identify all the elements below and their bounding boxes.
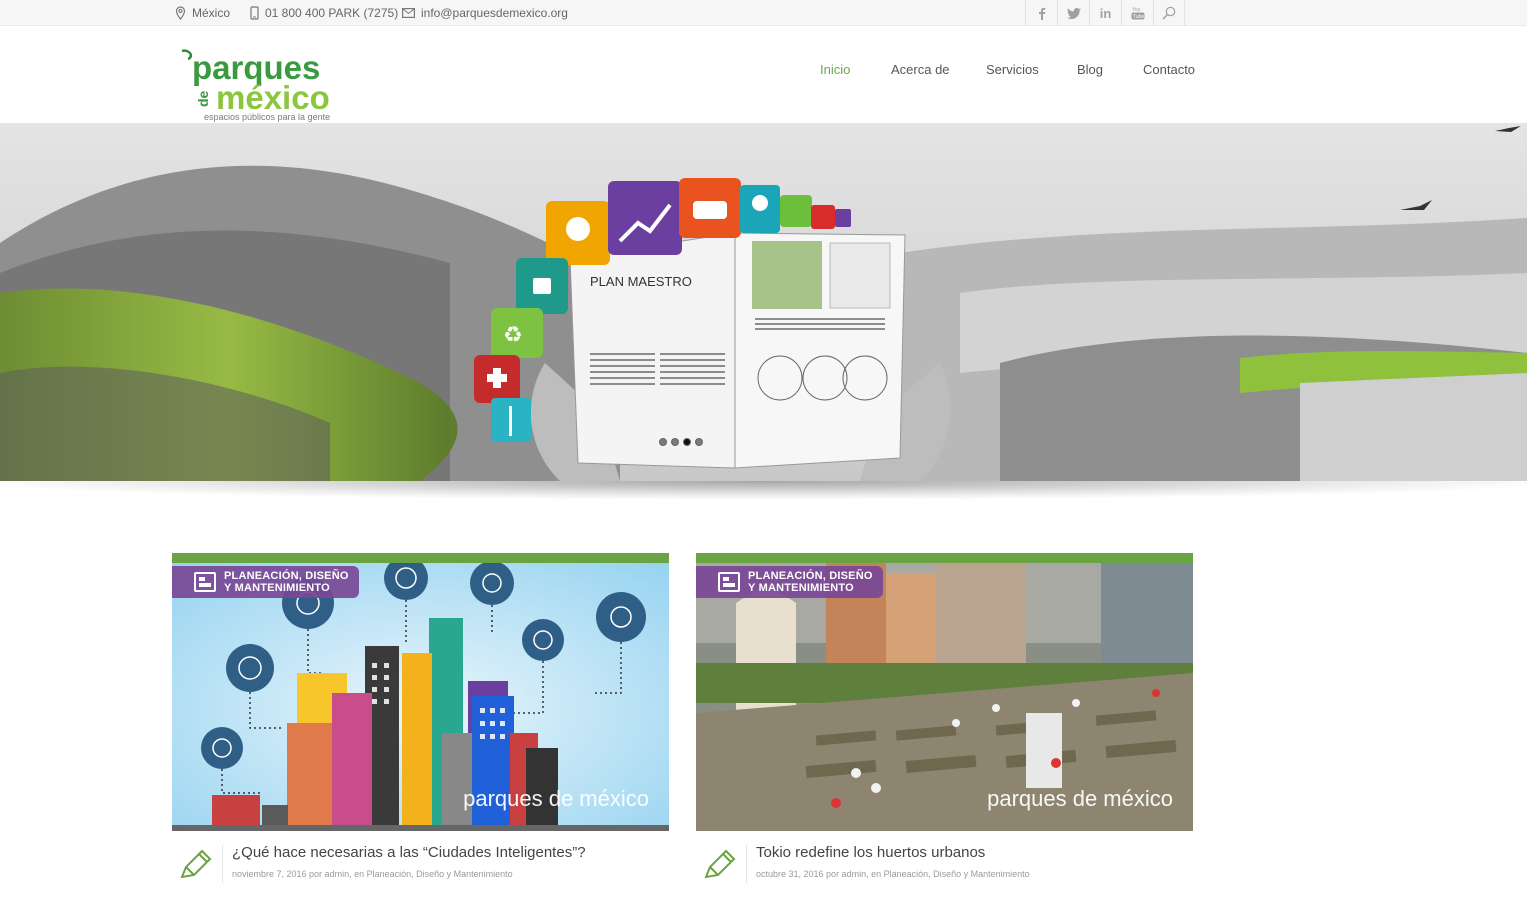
post-title-link[interactable]: Tokio redefine los huertos urbanos (756, 844, 985, 861)
search-icon[interactable] (1153, 0, 1185, 26)
slider-dot-1[interactable] (659, 438, 667, 446)
post-meta-row: ¿Qué hace necesarias a las “Ciudades Int… (172, 831, 669, 891)
svg-text:You: You (1132, 7, 1141, 13)
post-thumbnail[interactable]: PLANEACIÓN, DISEÑO Y MANTENIMIENTO parqu… (172, 553, 669, 831)
email-link[interactable]: info@parquesdemexico.org (421, 6, 568, 20)
post-meta: noviembre 7, 2016 por admin, en Planeaci… (232, 869, 513, 879)
post-meta-row: Tokio redefine los huertos urbanos octub… (696, 831, 1193, 891)
hero-image: PLAN MAESTRO ♻ (0, 123, 1527, 481)
nav-item-contacto[interactable]: Contacto (1143, 62, 1195, 77)
slider-dot-3[interactable] (683, 438, 691, 446)
meta-divider (746, 845, 747, 883)
logo-mexico: méxico (216, 79, 330, 116)
blueprint-icon (194, 572, 216, 592)
category-line1: PLANEACIÓN, DISEÑO (748, 570, 873, 582)
logo-tagline: espacios públicos para la gente (204, 112, 330, 122)
hero-slider[interactable]: PLAN MAESTRO ♻ (0, 123, 1527, 481)
nav-item-inicio[interactable]: Inicio (820, 62, 850, 77)
category-badge[interactable]: PLANEACIÓN, DISEÑO Y MANTENIMIENTO (172, 566, 359, 598)
blueprint-icon (718, 572, 740, 592)
svg-text:Tube: Tube (1133, 14, 1144, 20)
site-header: parques de méxico espacios públicos para… (0, 27, 1527, 123)
location-info: México (175, 0, 230, 26)
phone-text[interactable]: 01 800 400 PARK (7275) (265, 6, 398, 20)
nav-item-acerca-de[interactable]: Acerca de (891, 62, 950, 77)
blog-post-card: PLANEACIÓN, DISEÑO Y MANTENIMIENTO parqu… (696, 553, 1193, 891)
pencil-icon (180, 849, 212, 879)
svg-text:♻: ♻ (503, 323, 523, 348)
slider-dot-4[interactable] (695, 438, 703, 446)
social-links: in You Tube (1025, 0, 1185, 26)
post-thumbnail[interactable]: PLANEACIÓN, DISEÑO Y MANTENIMIENTO parqu… (696, 553, 1193, 831)
watermark-logo: parques de méxico (987, 786, 1173, 811)
top-bar: México 01 800 400 PARK (7275) info@parqu… (0, 0, 1527, 26)
pencil-icon (704, 849, 736, 879)
envelope-icon (402, 8, 415, 18)
slider-dot-2[interactable] (671, 438, 679, 446)
nav-item-servicios[interactable]: Servicios (986, 62, 1039, 77)
site-logo[interactable]: parques de méxico espacios públicos para… (180, 47, 350, 125)
logo-de: de (195, 90, 211, 107)
category-line1: PLANEACIÓN, DISEÑO (224, 570, 349, 582)
location-text: México (192, 6, 231, 20)
meta-divider (222, 845, 223, 883)
category-line2: Y MANTENIMIENTO (224, 582, 330, 594)
email-info: info@parquesdemexico.org (402, 0, 568, 26)
map-pin-icon (175, 6, 186, 20)
twitter-icon[interactable] (1057, 0, 1089, 26)
post-meta: octubre 31, 2016 por admin, en Planeació… (756, 869, 1030, 879)
linkedin-icon[interactable]: in (1089, 0, 1121, 26)
slider-pagination (659, 438, 703, 446)
nav-item-blog[interactable]: Blog (1077, 62, 1103, 77)
category-badge[interactable]: PLANEACIÓN, DISEÑO Y MANTENIMIENTO (696, 566, 883, 598)
blog-post-card: PLANEACIÓN, DISEÑO Y MANTENIMIENTO parqu… (172, 553, 669, 891)
facebook-icon[interactable] (1025, 0, 1057, 26)
post-title-link[interactable]: ¿Qué hace necesarias a las “Ciudades Int… (232, 844, 586, 861)
category-line2: Y MANTENIMIENTO (748, 582, 854, 594)
phone-icon (250, 6, 259, 20)
hero-shadow (0, 481, 1527, 499)
watermark-logo: parques de méxico (463, 786, 649, 811)
hero-book-title: PLAN MAESTRO (590, 274, 692, 289)
phone-info: 01 800 400 PARK (7275) (250, 0, 398, 26)
youtube-icon[interactable]: You Tube (1121, 0, 1153, 26)
